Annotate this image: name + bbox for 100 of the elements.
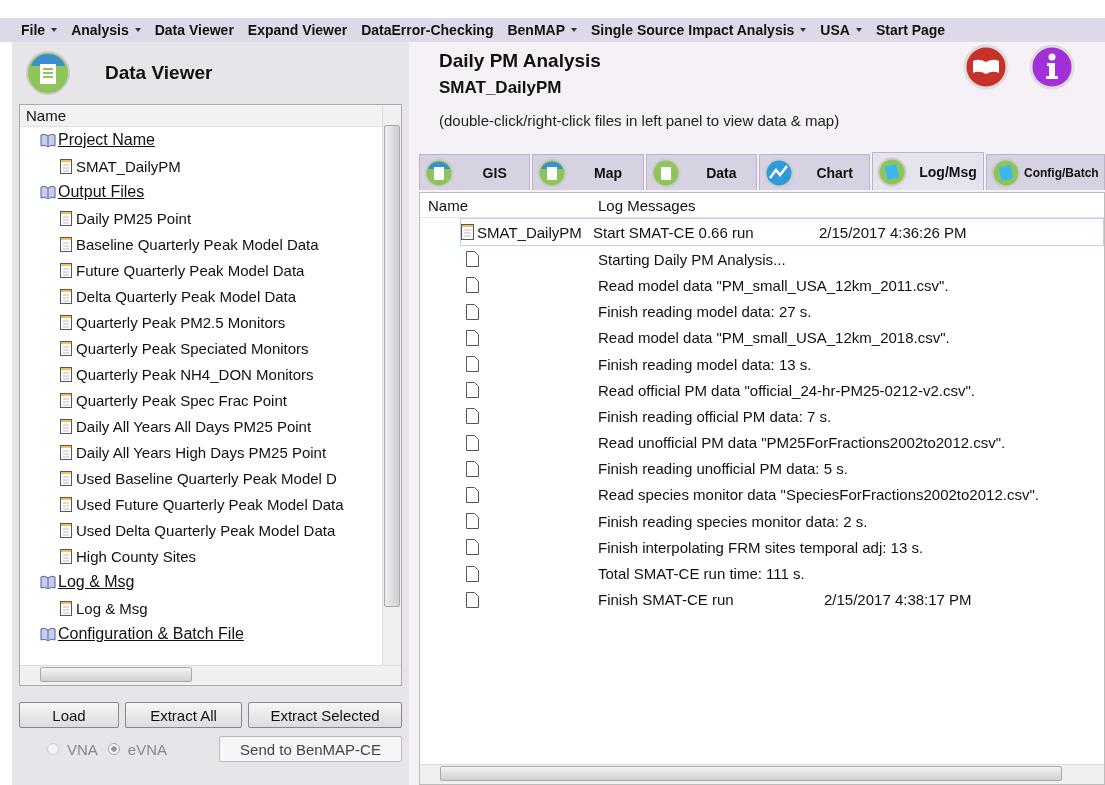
page-icon [466, 382, 479, 399]
menu-item[interactable]: DataError-Checking [354, 22, 501, 38]
tab[interactable]: Log/Msg [872, 152, 984, 190]
radio-button[interactable] [47, 743, 59, 755]
column-header: Name [427, 196, 469, 214]
document-icon [60, 444, 72, 460]
menu-item[interactable]: Start Page [868, 22, 953, 38]
page-icon [466, 539, 479, 556]
radio-label: eVNA [127, 740, 168, 758]
tree-item[interactable]: Quarterly Peak PM2.5 Monitors [76, 313, 286, 331]
menu-item[interactable]: Expand Viewer [240, 22, 355, 38]
document-icon [60, 340, 72, 356]
tab-icon [764, 157, 795, 188]
project-subtitle: SMAT_DailyPM [439, 78, 563, 99]
send-button[interactable]: Send to BenMAP-CE [219, 736, 402, 762]
horizontal-scrollbar[interactable] [420, 764, 1104, 784]
table-cell: SMAT_DailyPM [477, 223, 582, 241]
tree-item[interactable]: Daily All Years All Days PM25 Point [76, 417, 312, 435]
analysis-title: Daily PM Analysis [439, 50, 602, 73]
tab-icon [537, 157, 568, 188]
tree-item[interactable]: Future Quarterly Peak Model Data [76, 261, 305, 279]
page-icon [466, 486, 479, 503]
log-message: Read model data "PM_small_USA_12km_2018.csv". [598, 329, 950, 347]
book-icon[interactable] [963, 44, 1009, 90]
horizontal-scrollbar[interactable] [20, 665, 401, 685]
log-message: Read unofficial PM data "PM25ForFractions2002to2012.csv". [598, 434, 1006, 452]
log-message: Finish reading official PM data: 7 s. [598, 407, 832, 425]
tree-item[interactable]: Quarterly Peak Spec Frac Point [76, 391, 287, 409]
tree-group-link[interactable]: Log & Msg [58, 573, 135, 591]
book-icon [40, 575, 56, 589]
page-icon [466, 356, 479, 373]
tree-item[interactable]: SMAT_DailyPM [76, 157, 181, 175]
page-icon [466, 434, 479, 451]
page-icon [466, 329, 479, 346]
document-icon [60, 262, 72, 278]
tree-item[interactable]: Baseline Quarterly Peak Model Data [76, 235, 319, 253]
log-message: Read species monitor data "SpeciesForFractions2002to2012.csv". [598, 486, 1039, 504]
menu-item[interactable]: USA [813, 22, 869, 38]
tree-item[interactable]: Log & Msg [76, 599, 148, 617]
tab[interactable]: Chart [759, 154, 871, 190]
document-icon [60, 366, 72, 382]
tree-item[interactable]: Quarterly Peak Speciated Monitors [76, 339, 309, 357]
page-icon [466, 460, 479, 477]
log-message: Read official PM data "official_24-hr-PM25-0212-v2.csv". [598, 381, 975, 399]
action-button[interactable]: Load [19, 702, 119, 728]
tab[interactable]: Map [532, 154, 644, 190]
column-header: Log Messages [598, 196, 697, 214]
page-icon [466, 251, 479, 268]
menu-item[interactable]: File [14, 22, 65, 38]
log-time: 2/15/2017 4:36:26 PM [819, 223, 967, 241]
log-message: Finish reading model data: 27 s. [598, 303, 813, 321]
tree-item[interactable]: Quarterly Peak NH4_DON Monitors [76, 365, 314, 383]
tree-item[interactable]: Used Baseline Quarterly Peak Model D [76, 469, 337, 487]
tree-item[interactable]: Delta Quarterly Peak Model Data [76, 287, 297, 305]
log-message: Starting Daily PM Analysis... [598, 250, 787, 268]
tree-item[interactable]: Daily All Years High Days PM25 Point [76, 443, 327, 461]
action-button[interactable]: Extract Selected [248, 702, 402, 728]
globe-document-icon [25, 50, 71, 96]
log-message: Total SMAT-CE run time: 111 s. [598, 565, 806, 583]
menu-item[interactable]: Data Viewer [147, 22, 241, 38]
book-icon [40, 133, 56, 147]
panel-title: Data Viewer [105, 62, 213, 84]
log-message: Finish reading species monitor data: 2 s. [598, 512, 868, 530]
tree-item[interactable]: High County Sites [76, 547, 197, 565]
tree-group-link[interactable]: Project Name [58, 131, 155, 149]
document-icon [60, 496, 72, 512]
menu-item[interactable]: Analysis [64, 22, 148, 38]
tab-icon [877, 156, 908, 187]
menu-item[interactable]: BenMAP [500, 22, 584, 38]
tree-item[interactable]: Used Delta Quarterly Peak Model Data [76, 521, 336, 539]
radio-label: VNA [67, 740, 98, 758]
log-message: Finish reading model data: 13 s. [598, 355, 813, 373]
tab[interactable]: Config/Batch [985, 154, 1105, 190]
log-time: 2/15/2017 4:38:17 PM [824, 591, 972, 609]
tree-group-link[interactable]: Output Files [58, 183, 145, 201]
log-message: Finish SMAT-CE run [598, 591, 735, 609]
tab[interactable]: GIS [419, 154, 531, 190]
page-icon [466, 277, 479, 294]
book-icon [40, 185, 56, 199]
document-icon [60, 522, 72, 538]
tree-item[interactable]: Used Future Quarterly Peak Model Data [76, 495, 344, 513]
action-button[interactable]: Extract All [125, 702, 242, 728]
tree-item[interactable]: Daily PM25 Point [76, 209, 192, 227]
document-icon [461, 224, 474, 241]
book-icon [40, 627, 56, 641]
page-icon [466, 565, 479, 582]
log-message: Finish interpolating FRM sites temporal adj: 13 s. [598, 538, 924, 556]
vertical-scrollbar[interactable] [382, 105, 401, 665]
log-message: Read model data "PM_small_USA_12km_2011.csv". [598, 276, 949, 294]
document-icon [60, 314, 72, 330]
tree-group-link[interactable]: Configuration & Batch File [58, 625, 244, 643]
tab[interactable]: Data [645, 154, 758, 190]
page-icon [466, 591, 479, 608]
page-icon [466, 513, 479, 530]
tab-icon [990, 157, 1021, 188]
radio-button[interactable] [107, 743, 120, 755]
menu-item[interactable]: Single Source Impact Analysis [584, 22, 814, 38]
info-icon[interactable] [1029, 44, 1075, 90]
document-icon [60, 158, 72, 174]
tab-icon [650, 157, 681, 188]
